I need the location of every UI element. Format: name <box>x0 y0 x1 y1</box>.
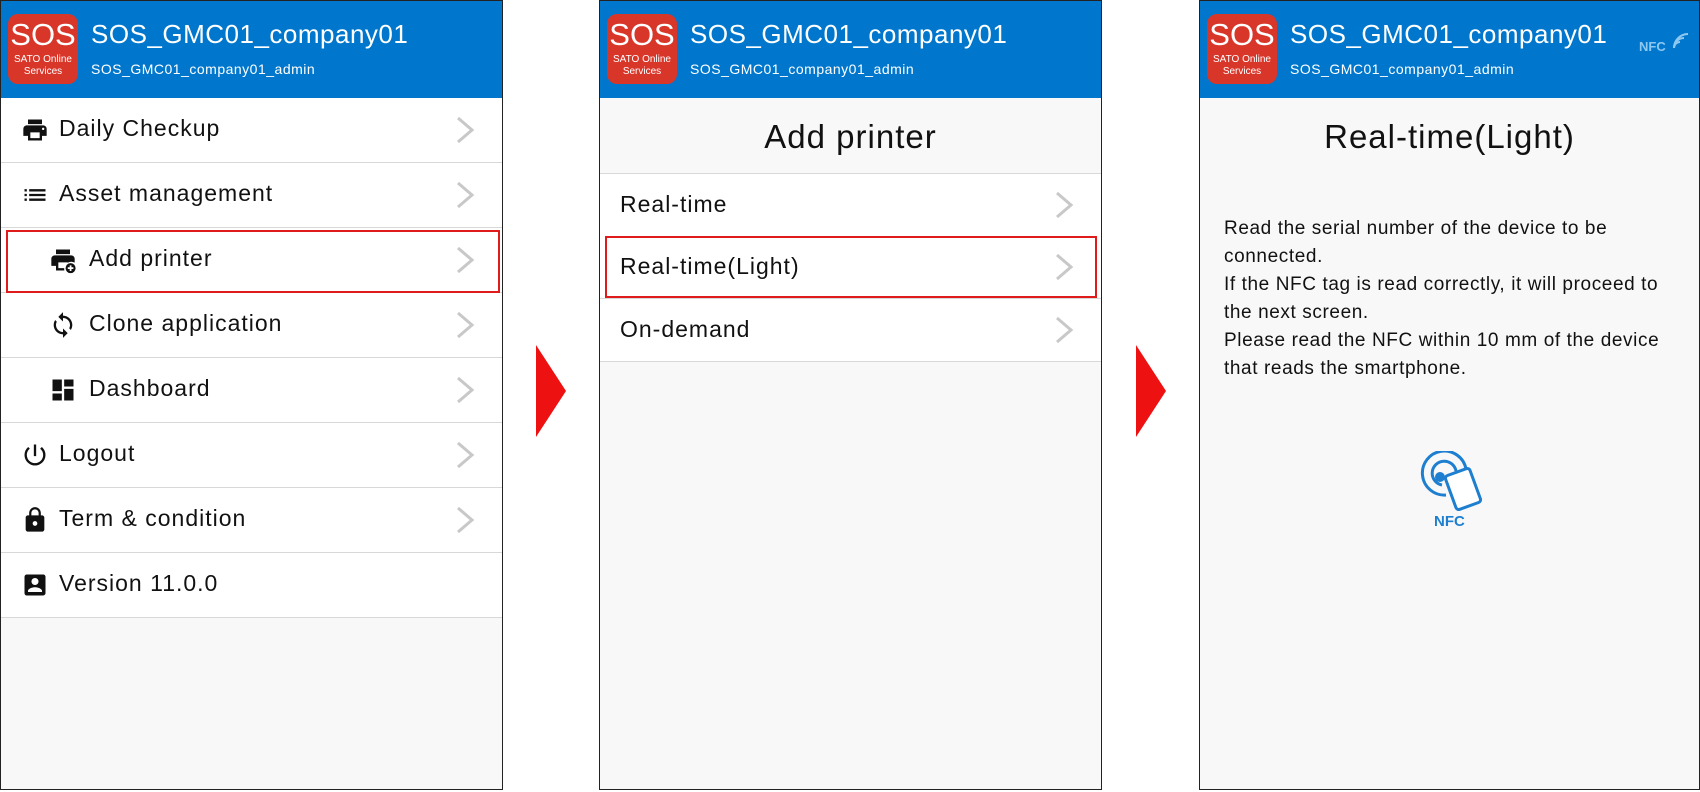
option-label: Real-time <box>620 191 728 217</box>
list-icon <box>24 189 46 201</box>
nfc-status-indicator: NFC <box>1639 33 1689 61</box>
user-name: SOS_GMC01_company01_admin <box>690 61 915 77</box>
add-printer-icon <box>51 249 76 274</box>
chevron-right-icon <box>457 116 475 144</box>
instruction-line: If the NFC tag is read correctly, it wil… <box>1224 274 1659 323</box>
instruction-line: Please read the NFC within 10 mm of the … <box>1224 330 1660 379</box>
menu-item-label: Logout <box>59 440 136 466</box>
instruction-line: Read the serial number of the device to … <box>1224 218 1608 267</box>
menu-item-version: Version 11.0.0 <box>1 553 502 618</box>
nfc-waves-icon <box>1673 33 1689 49</box>
sos-logo: SOS SATO Online Services <box>607 14 677 84</box>
version-label: Version 11.0.0 <box>59 570 219 596</box>
chevron-right-icon <box>1056 316 1074 344</box>
menu-item-label: Dashboard <box>89 375 211 401</box>
instructions: Read the serial number of the device to … <box>1224 215 1684 383</box>
chevron-right-icon <box>457 246 475 274</box>
user-name: SOS_GMC01_company01_admin <box>91 61 316 77</box>
user-name: SOS_GMC01_company01_admin <box>1290 61 1515 77</box>
nfc-label: NFC <box>1434 513 1465 530</box>
chevron-right-icon <box>457 506 475 534</box>
printer-icon <box>23 119 47 141</box>
menu-item-label: Daily Checkup <box>59 115 221 141</box>
menu-item-term-condition[interactable]: Term & condition <box>1 488 502 553</box>
page-title: Add printer <box>764 118 937 155</box>
chevron-right-icon <box>457 376 475 404</box>
menu-item-daily-checkup[interactable]: Daily Checkup <box>1 98 502 163</box>
menu-item-clone-application[interactable]: Clone application <box>1 293 502 358</box>
menu-item-label: Asset management <box>59 180 274 206</box>
lock-icon <box>25 507 45 532</box>
flow-arrow <box>536 345 566 437</box>
flow-arrow <box>1136 345 1166 437</box>
menu-item-label: Clone application <box>89 310 283 336</box>
option-label: On-demand <box>620 316 751 342</box>
page-title: Real-time(Light) <box>1324 118 1575 155</box>
option-label: Real-time(Light) <box>620 253 800 279</box>
app-header: SOS SATO Online Services SOS_GMC01_compa… <box>600 1 1101 98</box>
menu-item-asset-management[interactable]: Asset management <box>1 163 502 228</box>
dashboard-icon <box>52 379 74 401</box>
company-title: SOS_GMC01_company01 <box>690 19 1008 49</box>
chevron-right-icon <box>457 441 475 469</box>
sync-icon <box>53 312 73 338</box>
power-icon <box>24 444 46 466</box>
nfc-status-label: NFC <box>1639 39 1666 54</box>
add-printer-screen: SOS SATO Online Services SOS_GMC01_compa… <box>599 0 1102 790</box>
sos-logo: SOS SATO Online Services <box>8 14 78 84</box>
chevron-right-icon <box>1056 191 1074 219</box>
chevron-right-icon <box>457 181 475 209</box>
company-title: SOS_GMC01_company01 <box>1290 19 1608 49</box>
option-real-time[interactable]: Real-time <box>600 173 1101 237</box>
menu-item-label: Add printer <box>89 245 213 271</box>
account-box-icon <box>24 574 46 596</box>
option-on-demand[interactable]: On-demand <box>600 299 1101 362</box>
chevron-right-icon <box>1056 253 1074 281</box>
app-header: SOS SATO Online Services SOS_GMC01_compa… <box>1200 1 1699 98</box>
option-real-time-light[interactable]: Real-time(Light) <box>600 236 1101 299</box>
chevron-right-icon <box>457 311 475 339</box>
sos-logo: SOS SATO Online Services <box>1207 14 1277 84</box>
menu-item-dashboard[interactable]: Dashboard <box>1 358 502 423</box>
nfc-tap-icon <box>1420 451 1483 512</box>
app-header: SOS SATO Online Services SOS_GMC01_compa… <box>1 1 502 98</box>
main-menu-screen: SOS SATO Online Services SOS_GMC01_compa… <box>0 0 503 790</box>
menu-item-label: Term & condition <box>59 505 247 531</box>
company-title: SOS_GMC01_company01 <box>91 19 409 49</box>
menu-item-logout[interactable]: Logout <box>1 423 502 488</box>
real-time-light-screen: SOS SATO Online Services SOS_GMC01_compa… <box>1199 0 1700 790</box>
menu-item-add-printer[interactable]: Add printer <box>1 228 502 293</box>
nfc-tap-graphic: NFC <box>1412 451 1488 531</box>
